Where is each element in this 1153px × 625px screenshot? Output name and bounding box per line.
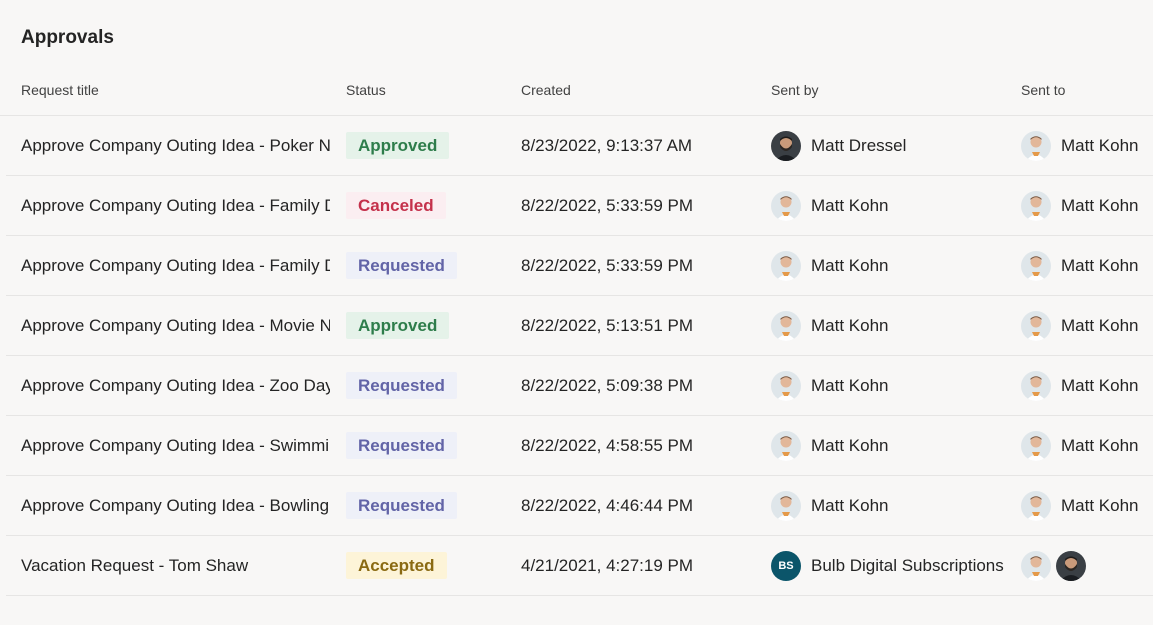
matt-kohn-avatar[interactable] bbox=[1021, 250, 1051, 281]
table-row[interactable]: Approve Company Outing Idea - Swimming Re… bbox=[6, 416, 1153, 476]
status-badge: Requested bbox=[346, 432, 457, 459]
matt-kohn-avatar[interactable] bbox=[1021, 310, 1051, 341]
table-row[interactable]: Approve Company Outing Idea - Poker Nigh… bbox=[6, 116, 1153, 176]
sent-by-cell: Matt Kohn bbox=[771, 176, 1009, 235]
column-header-sent-by[interactable]: Sent by bbox=[771, 82, 818, 98]
sent-to-cell: Matt Kohn bbox=[1021, 356, 1153, 415]
recipient-name[interactable]: Matt Kohn bbox=[1061, 436, 1139, 456]
sender-name[interactable]: Matt Kohn bbox=[811, 436, 889, 456]
table-header: Request title Status Created Sent by Sen… bbox=[0, 80, 1153, 116]
created-cell: 8/22/2022, 5:33:59 PM bbox=[521, 195, 694, 215]
sent-to-cell: Matt Kohn bbox=[1021, 236, 1153, 295]
status-cell: Accepted bbox=[346, 536, 506, 595]
sent-by-cell: Matt Dressel bbox=[771, 116, 1009, 175]
recipient-name[interactable]: Matt Kohn bbox=[1061, 196, 1139, 216]
created-cell: 8/22/2022, 4:58:55 PM bbox=[521, 435, 694, 455]
sent-by-cell: Matt Kohn bbox=[771, 416, 1009, 475]
created-cell: 8/22/2022, 4:46:44 PM bbox=[521, 495, 694, 515]
status-badge: Requested bbox=[346, 252, 457, 279]
request-title-cell[interactable]: Approve Company Outing Idea - Bowling bbox=[21, 476, 330, 535]
status-badge: Approved bbox=[346, 312, 450, 339]
column-header-sent-to[interactable]: Sent to bbox=[1021, 82, 1065, 98]
sender-name[interactable]: Matt Kohn bbox=[811, 256, 889, 276]
recipient-name[interactable]: Matt Kohn bbox=[1061, 376, 1139, 396]
status-badge: Canceled bbox=[346, 192, 446, 219]
sent-to-cell: Matt Kohn bbox=[1021, 176, 1153, 235]
matt-kohn-avatar[interactable] bbox=[1021, 490, 1051, 521]
request-title-cell[interactable]: Approve Company Outing Idea - Poker Nigh… bbox=[21, 116, 330, 175]
recipient-name[interactable]: Matt Kohn bbox=[1061, 496, 1139, 516]
created-cell: 4/21/2021, 4:27:19 PM bbox=[521, 555, 694, 575]
sent-by-cell: Matt Kohn bbox=[771, 236, 1009, 295]
sender-name[interactable]: Matt Kohn bbox=[811, 376, 889, 396]
recipient-name[interactable]: Matt Kohn bbox=[1061, 256, 1139, 276]
status-cell: Approved bbox=[346, 116, 506, 175]
request-title-cell[interactable]: Approve Company Outing Idea - Swimming bbox=[21, 416, 330, 475]
column-header-status[interactable]: Status bbox=[346, 82, 386, 98]
column-header-request-title[interactable]: Request title bbox=[21, 82, 99, 98]
column-header-created[interactable]: Created bbox=[521, 82, 571, 98]
matt-kohn-avatar[interactable] bbox=[1021, 370, 1051, 401]
table-row[interactable]: Approve Company Outing Idea - Family Day… bbox=[6, 176, 1153, 236]
request-title-cell[interactable]: Approve Company Outing Idea - Family Day bbox=[21, 176, 330, 235]
matt-kohn-avatar[interactable] bbox=[771, 310, 801, 341]
status-badge: Approved bbox=[346, 132, 450, 159]
sent-to-cell: Matt Kohn bbox=[1021, 116, 1153, 175]
status-cell: Requested bbox=[346, 356, 506, 415]
created-cell: 8/22/2022, 5:13:51 PM bbox=[521, 315, 694, 335]
sent-to-cell bbox=[1021, 536, 1153, 595]
table-row[interactable]: Approve Company Outing Idea - Family Day… bbox=[6, 236, 1153, 296]
status-cell: Requested bbox=[346, 236, 506, 295]
status-badge: Accepted bbox=[346, 552, 447, 579]
table-row[interactable]: Approve Company Outing Idea - Movie Nigh… bbox=[6, 296, 1153, 356]
matt-kohn-avatar[interactable] bbox=[1021, 130, 1051, 161]
status-cell: Canceled bbox=[346, 176, 506, 235]
sender-name[interactable]: Matt Kohn bbox=[811, 316, 889, 336]
sent-to-cell: Matt Kohn bbox=[1021, 416, 1153, 475]
matt-kohn-avatar[interactable] bbox=[771, 250, 801, 281]
sent-by-cell: Matt Kohn bbox=[771, 356, 1009, 415]
created-cell: 8/23/2022, 9:13:37 AM bbox=[521, 135, 693, 155]
status-cell: Requested bbox=[346, 416, 506, 475]
sent-by-cell: Matt Kohn bbox=[771, 476, 1009, 535]
bearded-man-avatar[interactable] bbox=[1056, 550, 1086, 581]
sent-to-cell: Matt Kohn bbox=[1021, 476, 1153, 535]
status-cell: Requested bbox=[346, 476, 506, 535]
sender-name[interactable]: Bulb Digital Subscriptions bbox=[811, 556, 1004, 576]
matt-kohn-avatar[interactable] bbox=[771, 490, 801, 521]
created-cell: 8/22/2022, 5:09:38 PM bbox=[521, 375, 694, 395]
status-cell: Approved bbox=[346, 296, 506, 355]
approvals-page: Approvals Request title Status Created S… bbox=[0, 0, 1153, 625]
matt-kohn-avatar[interactable] bbox=[1021, 550, 1051, 581]
matt-kohn-avatar[interactable] bbox=[771, 190, 801, 221]
request-title-cell[interactable]: Approve Company Outing Idea - Movie Nigh… bbox=[21, 296, 330, 355]
matt-kohn-avatar[interactable] bbox=[771, 370, 801, 401]
status-badge: Requested bbox=[346, 372, 457, 399]
sender-name[interactable]: Matt Kohn bbox=[811, 496, 889, 516]
sender-name[interactable]: Matt Dressel bbox=[811, 136, 906, 156]
sent-to-cell: Matt Kohn bbox=[1021, 296, 1153, 355]
page-title: Approvals bbox=[21, 27, 114, 48]
table-row[interactable]: Approve Company Outing Idea - Zoo Day Req… bbox=[6, 356, 1153, 416]
sent-by-cell: BS Bulb Digital Subscriptions bbox=[771, 536, 1009, 595]
initials-avatar[interactable]: BS bbox=[771, 550, 801, 581]
recipient-name[interactable]: Matt Kohn bbox=[1061, 316, 1139, 336]
matt-kohn-avatar[interactable] bbox=[1021, 190, 1051, 221]
table-row[interactable]: Approve Company Outing Idea - Bowling Req… bbox=[6, 476, 1153, 536]
approvals-table-body: Approve Company Outing Idea - Poker Nigh… bbox=[6, 116, 1153, 596]
sender-name[interactable]: Matt Kohn bbox=[811, 196, 889, 216]
matt-kohn-avatar[interactable] bbox=[1021, 430, 1051, 461]
request-title-cell[interactable]: Approve Company Outing Idea - Family Day bbox=[21, 236, 330, 295]
table-row[interactable]: Vacation Request - Tom Shaw Accepted 4/21/… bbox=[6, 536, 1153, 596]
recipient-name[interactable]: Matt Kohn bbox=[1061, 136, 1139, 156]
created-cell: 8/22/2022, 5:33:59 PM bbox=[521, 255, 694, 275]
request-title-cell[interactable]: Vacation Request - Tom Shaw bbox=[21, 536, 330, 595]
bearded-man-avatar[interactable] bbox=[771, 130, 801, 161]
request-title-cell[interactable]: Approve Company Outing Idea - Zoo Day bbox=[21, 356, 330, 415]
sent-by-cell: Matt Kohn bbox=[771, 296, 1009, 355]
status-badge: Requested bbox=[346, 492, 457, 519]
matt-kohn-avatar[interactable] bbox=[771, 430, 801, 461]
